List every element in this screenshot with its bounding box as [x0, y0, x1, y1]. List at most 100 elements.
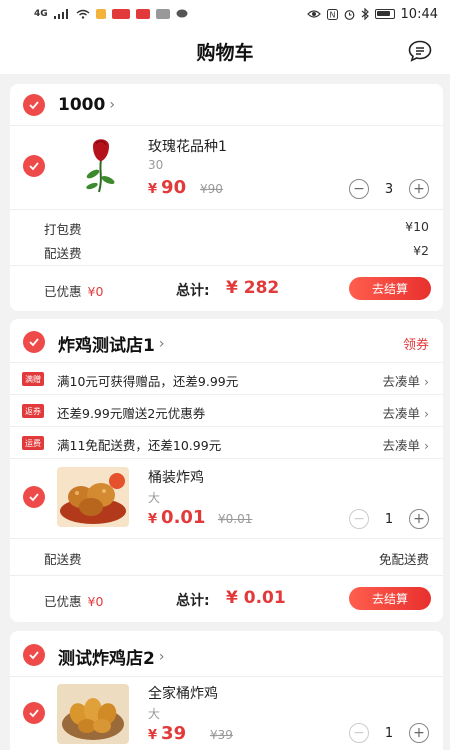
quantity-value: 1 — [384, 511, 394, 527]
product-name[interactable]: 玫瑰花品种1 — [148, 136, 227, 156]
increase-button[interactable]: + — [409, 509, 429, 529]
decrease-button[interactable]: − — [349, 723, 369, 743]
status-bar: 4G N 10:44 — [0, 0, 450, 28]
quantity-value: 1 — [384, 725, 394, 741]
delivery-fee-value: ¥2 — [413, 243, 429, 258]
store-select-checkbox[interactable] — [23, 94, 45, 116]
store-name-link[interactable]: 炸鸡测试店1 › — [58, 331, 165, 357]
packing-fee-value: ¥10 — [405, 219, 429, 234]
promo-text: 满10元可获得赠品，还差9.99元 — [57, 374, 239, 389]
store-select-checkbox[interactable] — [23, 644, 45, 666]
store-name: 1000 — [58, 95, 106, 115]
alarm-icon — [344, 9, 354, 20]
check-icon — [29, 709, 39, 718]
increase-button[interactable]: + — [409, 723, 429, 743]
quantity-stepper: − 3 + — [349, 179, 429, 199]
discount-summary: 已优惠 ¥0 — [44, 281, 103, 300]
discount-label: 已优惠 — [44, 284, 82, 299]
app-notification-icon — [135, 9, 150, 19]
product-image-fried-chicken-bucket[interactable] — [57, 684, 129, 744]
wifi-icon — [76, 9, 90, 19]
promo-action-link[interactable]: 去凑单 › — [383, 403, 430, 422]
quantity-stepper: − 1 + — [349, 509, 429, 529]
price-currency: ¥ — [148, 728, 158, 743]
store-name-link[interactable]: 1000 › — [58, 95, 115, 115]
store-card: 1000 › 玫瑰花品种1 30 ¥90 ¥90 − 3 + 打包费 ¥10 配送… — [10, 84, 443, 311]
check-icon — [29, 162, 39, 171]
promo-text: 还差9.99元赠送2元优惠券 — [57, 406, 206, 421]
price-currency: ¥ — [148, 512, 158, 527]
battery-icon — [374, 9, 395, 19]
page-header: 购物车 — [0, 28, 450, 74]
promo-action-label: 去凑单 — [382, 406, 421, 421]
original-price: ¥90 — [200, 182, 223, 196]
increase-button[interactable]: + — [409, 179, 429, 199]
fee-section: 打包费 ¥10 配送费 ¥2 — [10, 210, 443, 266]
total-label: 总计: — [176, 593, 210, 609]
chat-bubble-icon — [176, 9, 188, 18]
item-select-checkbox[interactable] — [23, 702, 45, 724]
check-icon — [29, 493, 39, 502]
svg-text:N: N — [329, 10, 335, 19]
store-name-link[interactable]: 测试炸鸡店2 › — [58, 644, 165, 670]
price-value: 0.01 — [161, 507, 206, 528]
chevron-right-icon: › — [158, 648, 165, 665]
chevron-right-icon: › — [424, 374, 429, 389]
product-name[interactable]: 桶装炸鸡 — [148, 467, 204, 487]
cart-item: 桶装炸鸡 大 ¥0.01 ¥0.01 − 1 + — [10, 459, 443, 539]
promo-row[interactable]: 返券 还差9.99元赠送2元优惠券 去凑单 › — [10, 395, 443, 427]
promo-tag: 满赠 — [22, 372, 44, 386]
quantity-value: 3 — [384, 181, 394, 197]
store-card: 测试炸鸡店2 › 全家桶炸鸡 大 ¥39 ¥39 − 1 + — [10, 631, 443, 750]
price-value: 90 — [161, 177, 187, 198]
store-header: 测试炸鸡店2 › — [10, 631, 443, 677]
eye-icon — [306, 10, 321, 18]
discount-value: ¥0 — [87, 594, 104, 609]
price-currency: ¥ — [148, 182, 158, 197]
promo-action-link[interactable]: 去凑单 › — [383, 435, 430, 454]
total-label: 总计: — [176, 283, 210, 299]
check-icon — [29, 651, 39, 660]
original-price: ¥39 — [210, 728, 233, 742]
discount-summary: 已优惠 ¥0 — [44, 591, 103, 610]
discount-label: 已优惠 — [44, 594, 82, 609]
store-name: 炸鸡测试店1 — [58, 336, 155, 356]
chevron-right-icon: › — [424, 438, 429, 453]
product-spec: 大 — [148, 707, 161, 721]
nfc-icon: N — [326, 8, 338, 20]
decrease-button[interactable]: − — [349, 179, 369, 199]
product-spec: 大 — [148, 491, 161, 505]
discount-value: ¥0 — [87, 284, 104, 299]
store-header: 1000 › — [10, 84, 443, 126]
signal-icon — [53, 9, 68, 19]
product-name[interactable]: 全家桶炸鸡 — [148, 683, 218, 703]
store-select-checkbox[interactable] — [23, 331, 45, 353]
promo-action-link[interactable]: 去凑单 › — [383, 371, 430, 390]
app-notification-icon — [95, 9, 106, 19]
checkout-button[interactable]: 去结算 — [349, 587, 431, 610]
delivery-fee-value: 免配送费 — [378, 552, 429, 567]
network-indicator: 4G — [34, 9, 48, 19]
item-select-checkbox[interactable] — [23, 155, 45, 177]
promo-row[interactable]: 满赠 满10元可获得赠品，还差9.99元 去凑单 › — [10, 363, 443, 395]
product-image-rose[interactable] — [65, 134, 137, 194]
store-name: 测试炸鸡店2 — [58, 649, 155, 669]
chevron-right-icon: › — [109, 97, 115, 113]
message-icon[interactable] — [408, 40, 432, 62]
product-spec: 30 — [148, 158, 164, 172]
bluetooth-icon — [361, 8, 369, 20]
promo-tag: 返券 — [22, 404, 44, 418]
checkout-button[interactable]: 去结算 — [349, 277, 431, 300]
cart-item: 全家桶炸鸡 大 ¥39 ¥39 − 1 + — [10, 677, 443, 750]
total-value: ¥ 0.01 — [226, 588, 286, 608]
store-footer: 已优惠 ¥0 总计: ¥ 0.01 去结算 — [10, 576, 443, 622]
get-coupon-link[interactable]: 领券 — [403, 334, 429, 353]
chevron-right-icon: › — [158, 335, 165, 352]
promo-action-label: 去凑单 — [382, 374, 421, 389]
app-notification-icon — [111, 9, 130, 19]
product-image-fried-chicken[interactable] — [57, 467, 129, 527]
cart-item: 玫瑰花品种1 30 ¥90 ¥90 − 3 + — [10, 126, 443, 210]
item-select-checkbox[interactable] — [23, 486, 45, 508]
decrease-button[interactable]: − — [349, 509, 369, 529]
promo-row[interactable]: 运费 满11免配送费，还差10.99元 去凑单 › — [10, 427, 443, 459]
